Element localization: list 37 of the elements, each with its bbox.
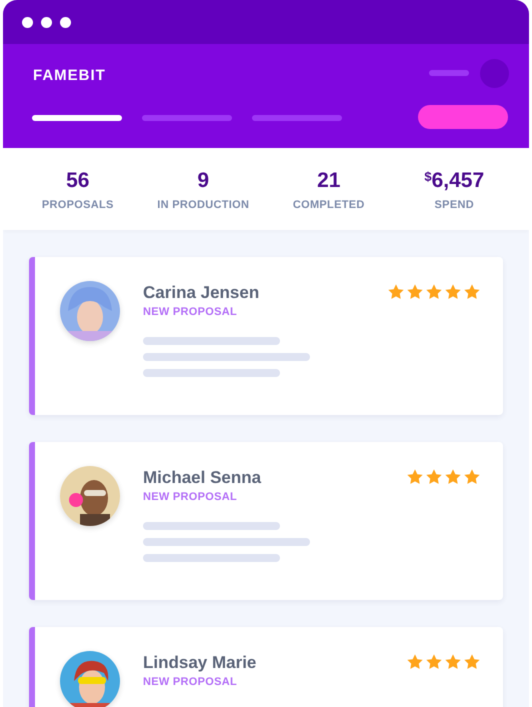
person-name: Carina Jensen (143, 282, 260, 304)
star-icon (425, 283, 443, 301)
stat-label: COMPLETED (292, 198, 365, 213)
star-icon (425, 653, 443, 671)
proposal-card[interactable]: Carina Jensen NEW PROPOSAL (29, 257, 503, 415)
star-icon (406, 283, 424, 301)
status-label: NEW PROPOSAL (143, 490, 238, 505)
star-icon (406, 653, 424, 671)
tab[interactable] (32, 115, 122, 121)
action-button[interactable] (418, 105, 508, 129)
star-icon (406, 468, 424, 486)
star-icon (444, 653, 462, 671)
stat-value: 21 (317, 168, 340, 194)
person-name: Michael Senna (143, 467, 262, 489)
stat-label: PROPOSALS (42, 198, 114, 213)
stat-label: SPEND (434, 198, 474, 213)
status-label: NEW PROPOSAL (143, 305, 238, 320)
stat-value: 56 (66, 168, 90, 194)
avatar-placeholder[interactable] (480, 59, 509, 88)
stat-value: 9 (197, 168, 210, 194)
star-icon (444, 468, 462, 486)
star-icon (387, 283, 405, 301)
status-label: NEW PROPOSAL (143, 675, 238, 690)
star-icon (463, 468, 481, 486)
star-icon (444, 283, 462, 301)
star-icon (463, 283, 481, 301)
tab[interactable] (142, 115, 232, 121)
stat-label: IN PRODUCTION (157, 198, 250, 213)
logo[interactable]: FAMEBIT (33, 65, 106, 88)
tab[interactable] (252, 115, 342, 121)
menu-placeholder-bar[interactable] (429, 70, 469, 76)
proposal-card[interactable]: Michael Senna NEW PROPOSAL (29, 442, 503, 600)
proposal-card[interactable]: Lindsay Marie NEW PROPOSAL (29, 627, 503, 707)
star-icon (463, 653, 481, 671)
person-name: Lindsay Marie (143, 652, 258, 674)
stat-value: $^{$}$6,457 (424, 168, 484, 194)
star-icon (425, 468, 443, 486)
